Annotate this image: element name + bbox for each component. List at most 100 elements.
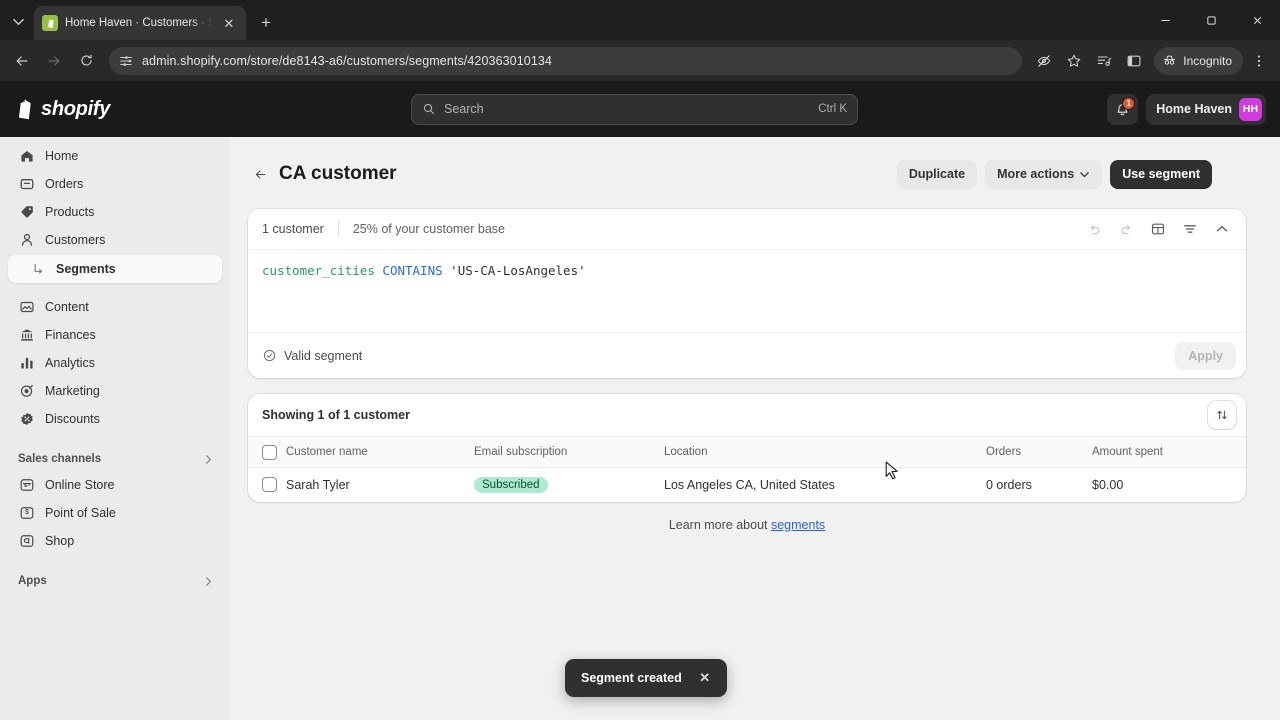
divider [337,221,339,237]
row-checkbox[interactable] [262,477,277,493]
sidebar-item-online-store[interactable]: Online Store [8,472,222,498]
back-arrow-icon[interactable] [248,162,272,186]
sidebar-group-apps[interactable]: Apps [0,568,230,594]
sidebar-item-finances[interactable]: Finances [8,322,222,348]
sort-arrows-icon[interactable] [1208,401,1236,429]
avatar: HH [1239,97,1262,121]
segment-query-editor[interactable]: customer_cities CONTAINS 'US-CA-LosAngel… [248,250,1246,332]
more-actions-button[interactable]: More actions [985,159,1103,189]
address-bar-url: admin.shopify.com/store/de8143-a6/custom… [142,53,552,68]
query-value-token: 'US-CA-LosAngeles' [450,263,586,278]
notifications-button[interactable]: 1 [1107,93,1139,125]
validity-label: Valid segment [284,348,363,363]
sidebar-item-marketing[interactable]: Marketing [8,378,222,404]
star-icon[interactable] [1060,47,1088,75]
duplicate-button[interactable]: Duplicate [896,159,978,189]
segments-help-link[interactable]: segments [771,518,825,532]
mouse-cursor [885,461,900,487]
sidebar-item-shop[interactable]: Shop [8,528,222,554]
store-menu-button[interactable]: Home Haven HH [1146,93,1266,125]
query-operator-token: CONTAINS [382,263,443,278]
tab-close-icon[interactable]: ✕ [220,14,238,32]
sidebar-item-content[interactable]: Content [8,294,222,320]
page-header-actions: Duplicate More actions Use segment [896,159,1212,189]
chevron-right-icon[interactable] [203,576,214,587]
sidebar-item-point-of-sale[interactable]: Point of Sale [8,500,222,526]
sidebar-item-customers[interactable]: Customers [8,227,222,253]
sidebar-item-label: Discounts [45,412,100,426]
forward-icon[interactable] [39,46,69,76]
shopify-logo[interactable]: shopify [0,98,230,121]
sidebar-item-label: Orders [45,177,84,191]
shopify-bag-logo-icon [14,98,34,120]
branch-arrow-icon [30,261,47,278]
sidebar-item-home[interactable]: Home [8,143,222,169]
sidebar-group-label: Apps [18,575,47,587]
search-input[interactable]: Search Ctrl K [411,93,858,125]
status-badge: Subscribed [474,476,548,493]
column-header-customer-name[interactable]: Customer name [286,436,474,468]
check-circle-icon [262,348,277,363]
window-minimize-button[interactable] [1142,0,1188,40]
page-title: CA customer [279,163,397,184]
chevron-up-icon[interactable] [1208,215,1236,243]
customers-table: Customer name Email subscription Locatio… [248,436,1246,502]
window-close-button[interactable] [1234,0,1280,40]
column-header-orders[interactable]: Orders [986,436,1092,468]
percent-of-customer-base: 25% of your customer base [352,222,506,236]
apply-button[interactable]: Apply [1175,341,1236,370]
sidebar: Home Orders Products Customers Segments [0,137,230,720]
sidebar-item-label: Online Store [45,478,115,492]
table-row[interactable]: Sarah Tyler Subscribed Los Angeles CA, U… [248,468,1246,502]
sidebar-item-discounts[interactable]: Discounts [8,406,222,432]
back-icon[interactable] [7,46,37,76]
page-settings-icon[interactable] [119,54,133,68]
sidebar-item-label: Home [45,149,79,163]
table-header-bar: Showing 1 of 1 customer [248,394,1246,436]
customers-table-card: Showing 1 of 1 customer Customer name Em… [248,394,1246,502]
sidebar-group-sales-channels[interactable]: Sales channels [0,446,230,472]
orders-icon [18,176,35,193]
sidebar-item-label: Customers [45,233,106,247]
undo-icon[interactable] [1080,215,1108,243]
side-panel-icon[interactable] [1120,47,1148,75]
search-placeholder: Search [444,102,484,116]
use-segment-button[interactable]: Use segment [1110,159,1212,189]
new-tab-button[interactable]: + [252,9,280,37]
bar-chart-icon [18,355,35,372]
eye-off-icon[interactable] [1030,47,1058,75]
sidebar-item-analytics[interactable]: Analytics [8,350,222,376]
search-shortcut: Ctrl K [818,103,847,115]
validity-status: Valid segment [262,348,362,363]
browser-tab[interactable]: Home Haven · Customers · Sho ✕ [34,6,246,40]
row-checkbox-cell [248,468,286,502]
browser-tab-strip: Home Haven · Customers · Sho ✕ + [0,0,1280,40]
reading-list-icon[interactable] [1090,47,1118,75]
query-field-token: customer_cities [262,263,375,278]
sidebar-item-segments[interactable]: Segments [8,255,222,283]
cell-amount-spent: $0.00 [1092,477,1124,492]
sidebar-item-products[interactable]: Products [8,199,222,225]
sidebar-item-orders[interactable]: Orders [8,171,222,197]
incognito-label: Incognito [1183,53,1232,68]
template-icon[interactable] [1144,215,1172,243]
query-toolbar [1080,215,1236,243]
column-header-email-subscription[interactable]: Email subscription [474,436,664,468]
window-maximize-button[interactable] [1188,0,1234,40]
incognito-indicator[interactable]: Incognito [1154,46,1243,75]
customer-count: 1 customer [262,222,324,236]
chevron-right-icon[interactable] [203,454,214,465]
column-header-amount-spent[interactable]: Amount spent [1092,436,1246,468]
cell-email-subscription: Subscribed [474,468,664,502]
filter-icon[interactable] [1176,215,1204,243]
tab-search-dropdown-icon[interactable] [4,7,32,35]
toast-close-icon[interactable]: ✕ [696,669,714,687]
select-all-checkbox[interactable] [262,444,277,460]
kebab-menu-icon[interactable] [1245,47,1273,75]
column-header-location[interactable]: Location [664,436,986,468]
reload-icon[interactable] [71,46,101,76]
redo-icon[interactable] [1112,215,1140,243]
address-bar[interactable]: admin.shopify.com/store/de8143-a6/custom… [109,46,1023,75]
tag-icon [18,204,35,221]
